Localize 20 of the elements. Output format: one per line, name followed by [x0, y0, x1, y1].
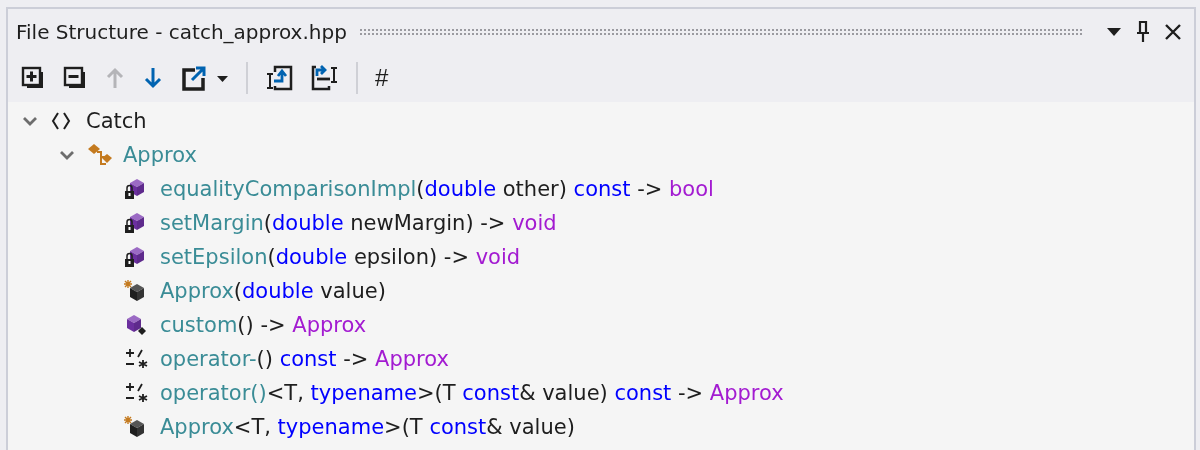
hash-button[interactable]: # — [370, 60, 394, 96]
operator-icon — [124, 348, 148, 370]
pin-icon[interactable] — [1136, 20, 1150, 43]
static-method-icon — [124, 314, 148, 336]
window-title: File Structure - catch_approx.hpp — [16, 19, 347, 44]
tree-item[interactable]: operator-() const -> Approx — [160, 347, 449, 371]
close-icon[interactable] — [1164, 22, 1182, 41]
tree-item[interactable]: operator()<T, typename>(T const& value) const -> Approx — [160, 381, 784, 405]
namespace-icon — [50, 110, 72, 132]
tree-item[interactable]: equalityComparisonImpl(double other) const -> bool — [160, 177, 714, 201]
class-icon — [87, 143, 115, 167]
tree-item[interactable]: Approx — [123, 143, 197, 167]
tree-item[interactable]: Catch — [86, 109, 147, 133]
tree-item[interactable]: setMargin(double newMargin) -> void — [160, 211, 557, 235]
operator-icon — [124, 382, 148, 404]
dropdown-icon[interactable] — [1106, 26, 1122, 37]
tree-item[interactable]: setEpsilon(double epsilon) -> void — [160, 245, 521, 269]
tree-item[interactable]: custom() -> Approx — [160, 313, 367, 337]
tree-item[interactable]: Approx<T, typename>(T const& value) — [160, 415, 575, 439]
tree-item[interactable]: Approx(double value) — [160, 279, 386, 303]
